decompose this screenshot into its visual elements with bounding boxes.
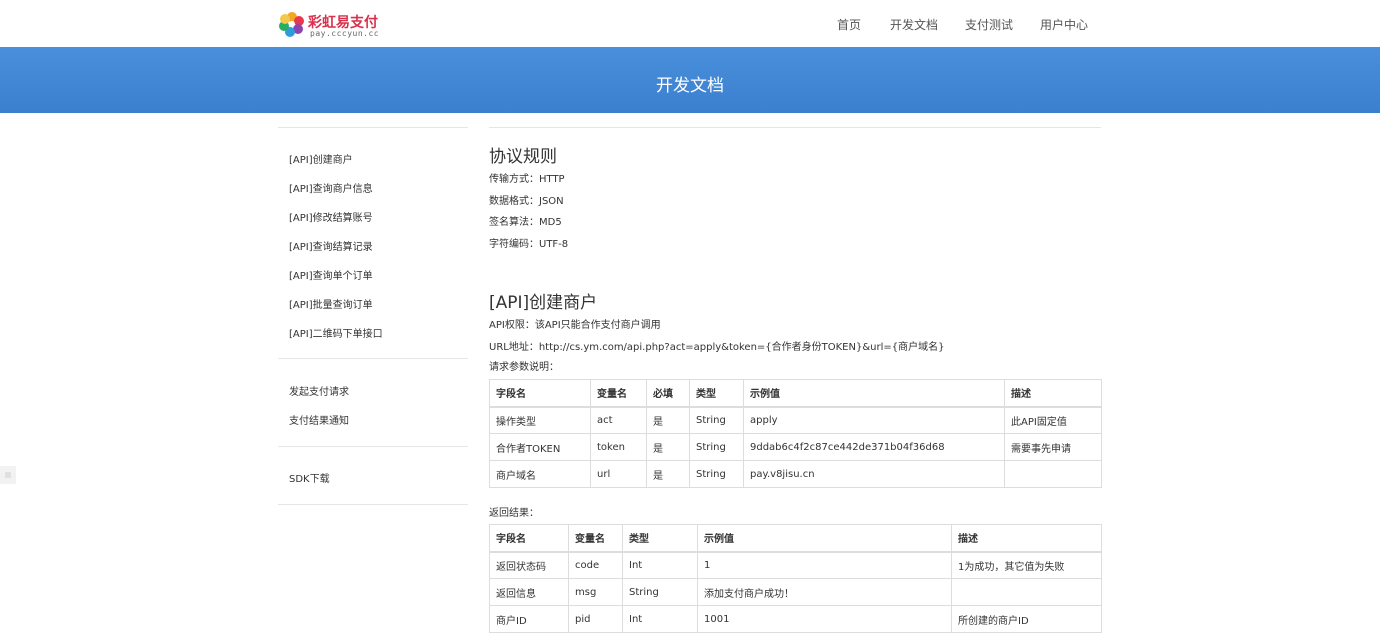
sidebar-item-sdk-download[interactable]: SDK下载 (289, 470, 330, 485)
sidebar-item-api-batch-orders[interactable]: [API]批量查询订单 (289, 296, 373, 311)
protocol-heading: 协议规则 (489, 147, 557, 167)
page-banner: 开发文档 (0, 47, 1380, 113)
sidebar-item-api-query-order[interactable]: [API]查询单个订单 (289, 267, 373, 282)
column-header: 变量名 (568, 524, 623, 553)
column-header: 变量名 (590, 379, 647, 408)
table-cell: String (689, 460, 744, 488)
table-cell: code (568, 551, 623, 579)
table-cell: msg (568, 578, 623, 606)
rainbow-flower-icon (279, 12, 304, 37)
table-cell: 是 (646, 433, 690, 461)
column-header: 类型 (622, 524, 698, 553)
brand-subtitle: pay.cccyun.cc (310, 29, 380, 38)
site-logo[interactable]: 彩虹易支付 pay.cccyun.cc (278, 8, 380, 42)
sidebar-item-api-modify-settlement[interactable]: [API]修改结算账号 (289, 209, 373, 224)
table-cell: act (590, 406, 647, 434)
api-create-heading: [API]创建商户 (489, 293, 598, 313)
table-cell (1004, 460, 1102, 488)
column-header: 必填 (646, 379, 690, 408)
table-cell: url (590, 460, 647, 488)
content-divider (489, 127, 1101, 128)
nav-home[interactable]: 首页 (837, 16, 861, 33)
table-cell: 添加支付商户成功！ (697, 578, 952, 606)
table-header-row: 字段名 变量名 类型 示例值 描述 (489, 524, 1102, 553)
table-cell: pid (568, 605, 623, 633)
sidebar-item-initiate-payment[interactable]: 发起支付请求 (289, 383, 349, 398)
table-cell: token (590, 433, 647, 461)
sidebar-item-api-query-merchant[interactable]: [API]查询商户信息 (289, 180, 373, 195)
floating-side-tab[interactable] (0, 466, 16, 484)
table-cell: 1001 (697, 605, 952, 633)
table-cell: 合作者TOKEN (489, 433, 591, 461)
table-cell: 商户ID (489, 605, 569, 633)
table-cell: 返回状态码 (489, 551, 569, 579)
nav-docs[interactable]: 开发文档 (890, 16, 938, 33)
table-cell: 9ddab6c4f2c87ce442de371b04f36d68 (743, 433, 1005, 461)
api-url: URL地址：http://cs.ym.com/api.php?act=apply… (489, 342, 945, 353)
nav-pay-test[interactable]: 支付测试 (965, 16, 1013, 33)
response-table: 字段名 变量名 类型 示例值 描述 返回状态码 code Int 1 1为成功，… (489, 524, 1102, 633)
protocol-charset: 字符编码：UTF-8 (489, 239, 569, 250)
sidebar-divider (278, 504, 468, 505)
table-cell: 1 (697, 551, 952, 579)
sidebar-item-api-query-settlement[interactable]: [API]查询结算记录 (289, 238, 373, 253)
table-cell: 是 (646, 406, 690, 434)
table-cell: 需要事先申请 (1004, 433, 1102, 461)
column-header: 字段名 (489, 379, 591, 408)
request-params-label: 请求参数说明： (489, 362, 559, 373)
table-row: 操作类型 act 是 String apply 此API固定值 (489, 406, 1102, 434)
protocol-transport: 传输方式：HTTP (489, 174, 565, 185)
sidebar-divider (278, 358, 468, 359)
table-cell: String (622, 578, 698, 606)
column-header: 示例值 (743, 379, 1005, 408)
sidebar-divider (278, 127, 468, 128)
request-params-table: 字段名 变量名 必填 类型 示例值 描述 操作类型 act 是 String a… (489, 379, 1102, 488)
column-header: 字段名 (489, 524, 569, 553)
table-row: 返回信息 msg String 添加支付商户成功！ (489, 578, 1102, 606)
page-title: 开发文档 (656, 76, 724, 96)
square-icon (5, 472, 11, 478)
table-cell: 操作类型 (489, 406, 591, 434)
table-cell: 商户域名 (489, 460, 591, 488)
table-row: 商户域名 url 是 String pay.v8jisu.cn (489, 460, 1102, 488)
table-cell: apply (743, 406, 1005, 434)
sidebar-item-api-qrcode-order[interactable]: [API]二维码下单接口 (289, 325, 383, 340)
table-cell: 1为成功，其它值为失败 (951, 551, 1102, 579)
table-cell (951, 578, 1102, 606)
table-cell: String (689, 406, 744, 434)
table-row: 返回状态码 code Int 1 1为成功，其它值为失败 (489, 551, 1102, 579)
table-row: 合作者TOKEN token 是 String 9ddab6c4f2c87ce4… (489, 433, 1102, 461)
api-permission: API权限：该API只能合作支付商户调用 (489, 320, 661, 331)
sidebar-divider (278, 446, 468, 447)
table-cell: 返回信息 (489, 578, 569, 606)
protocol-sign: 签名算法：MD5 (489, 217, 562, 228)
sidebar-item-payment-notify[interactable]: 支付结果通知 (289, 412, 349, 427)
nav-user-center[interactable]: 用户中心 (1040, 16, 1088, 33)
table-cell: Int (622, 551, 698, 579)
table-cell: 此API固定值 (1004, 406, 1102, 434)
table-cell: String (689, 433, 744, 461)
column-header: 描述 (951, 524, 1102, 553)
table-cell: 所创建的商户ID (951, 605, 1102, 633)
column-header: 类型 (689, 379, 744, 408)
table-row: 商户ID pid Int 1001 所创建的商户ID (489, 605, 1102, 633)
sidebar-item-api-create-merchant[interactable]: [API]创建商户 (289, 151, 353, 166)
table-cell: 是 (646, 460, 690, 488)
table-header-row: 字段名 变量名 必填 类型 示例值 描述 (489, 379, 1102, 408)
column-header: 描述 (1004, 379, 1102, 408)
table-cell: Int (622, 605, 698, 633)
top-navbar: 彩虹易支付 pay.cccyun.cc 首页 开发文档 支付测试 用户中心 (0, 0, 1380, 47)
protocol-format: 数据格式：JSON (489, 196, 564, 207)
column-header: 示例值 (697, 524, 952, 553)
response-label: 返回结果： (489, 508, 539, 519)
table-cell: pay.v8jisu.cn (743, 460, 1005, 488)
